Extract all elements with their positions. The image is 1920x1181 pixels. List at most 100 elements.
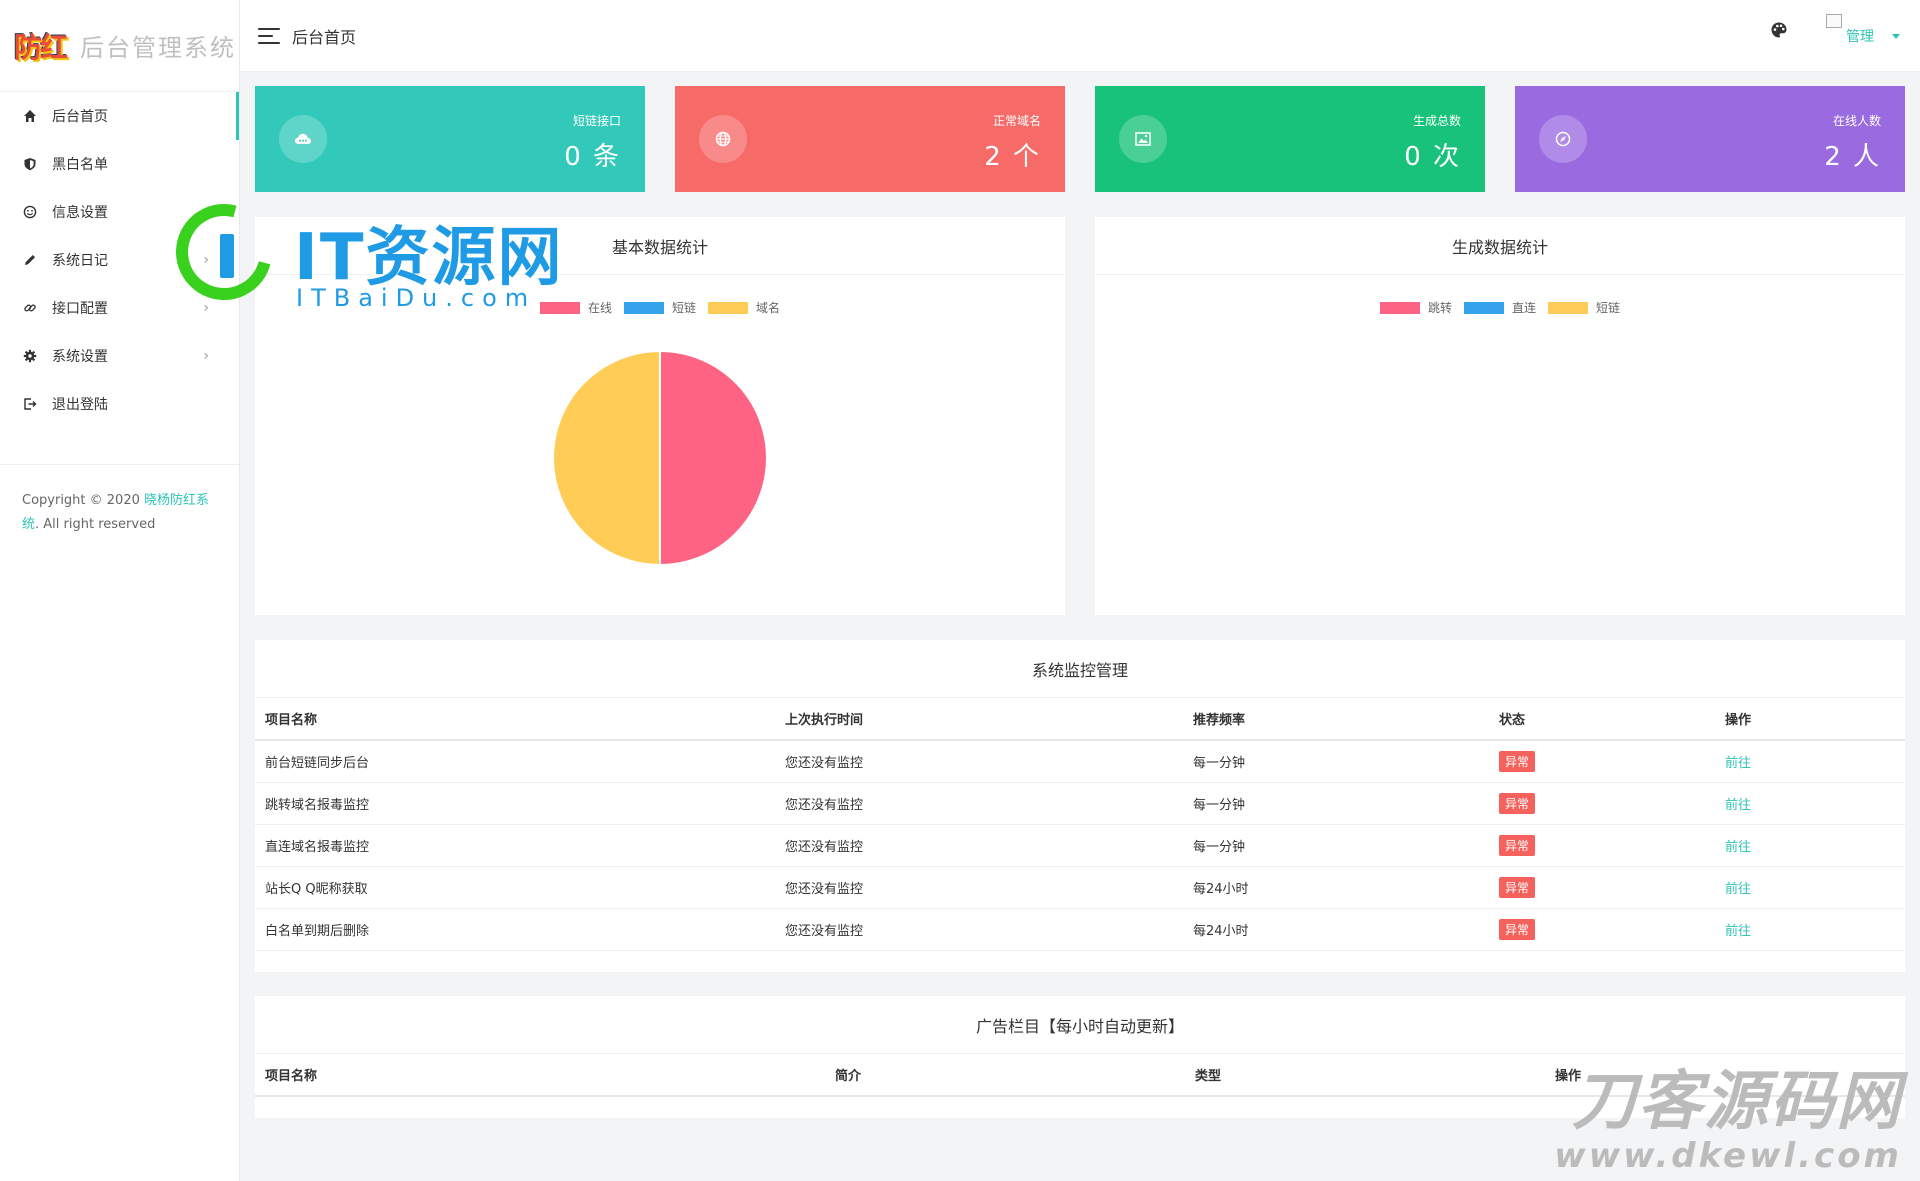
last-run: 您还没有监控	[775, 782, 1183, 825]
frequency: 每一分钟	[1183, 824, 1489, 867]
stat-value: 0 条	[564, 142, 621, 172]
status-badge: 异常	[1499, 792, 1536, 814]
chevron-right-icon: ›	[203, 348, 209, 364]
avatar	[1826, 14, 1842, 28]
sidebar-item-home[interactable]: 后台首页	[0, 92, 239, 140]
column-header: 项目名称	[255, 698, 775, 741]
frequency: 每一分钟	[1183, 740, 1489, 783]
watermark-subtext: www.dkewl.com	[1554, 1136, 1902, 1176]
sidebar-item-system-log[interactable]: 系统日记 ›	[0, 236, 239, 284]
sidebar-menu: 后台首页 黑白名单 信息设置 › 系统日记 › 接口配置 › 系统设置 › 退出…	[0, 92, 239, 428]
pie-chart	[1095, 217, 1905, 615]
table-row: 直连域名报毒监控 您还没有监控 每一分钟 异常 前往	[255, 824, 1905, 867]
sidebar-item-label: 系统设置	[52, 349, 108, 365]
sidebar-item-system-settings[interactable]: 系统设置 ›	[0, 332, 239, 380]
goto-link[interactable]: 前往	[1725, 798, 1751, 813]
table-row: 站长Q Q昵称获取 您还没有监控 每24小时 异常 前往	[255, 866, 1905, 909]
stat-label: 生成总数	[1412, 114, 1461, 128]
column-header: 推荐频率	[1183, 698, 1489, 741]
copyright-prefix: Copyright © 2020	[22, 493, 145, 508]
stat-value: 0 次	[1404, 142, 1461, 172]
column-header: 状态	[1489, 698, 1715, 741]
app-title: 后台管理系统	[80, 34, 237, 62]
stat-label: 短链接口	[572, 114, 621, 128]
topbar: 后台首页 管理	[240, 0, 1920, 72]
logo[interactable]: 防红 后台管理系统	[0, 0, 239, 92]
link-icon	[22, 300, 38, 316]
monitor-panel: 系统监控管理 项目名称 上次执行时间 推荐频率 状态 操作 前台短链同步后台 您…	[255, 640, 1905, 972]
copyright: Copyright © 2020 晓杨防红系统. All right reser…	[0, 464, 239, 537]
project-name: 白名单到期后删除	[255, 908, 775, 951]
project-name: 直连域名报毒监控	[255, 824, 775, 867]
stat-value: 2 个	[984, 142, 1041, 172]
column-header: 项目名称	[255, 1054, 825, 1097]
topbar-right: 管理	[1770, 14, 1900, 46]
column-header: 类型	[1185, 1054, 1545, 1097]
pie-slice-在线[interactable]	[659, 349, 768, 567]
goto-link[interactable]: 前往	[1725, 756, 1751, 771]
stat-card-generated: 生成总数 0 次	[1095, 86, 1485, 192]
breadcrumb: 后台首页	[292, 27, 357, 47]
column-header: 操作	[1715, 698, 1905, 741]
status-badge: 异常	[1499, 834, 1536, 856]
goto-link[interactable]: 前往	[1725, 840, 1751, 855]
stat-value: 2 人	[1824, 142, 1881, 172]
sidebar-item-label: 系统日记	[52, 253, 108, 269]
table-row: 白名单到期后删除 您还没有监控 每24小时 异常 前往	[255, 908, 1905, 951]
sidebar-item-label: 黑白名单	[52, 157, 108, 173]
shield-icon	[22, 156, 38, 172]
logout-icon	[22, 396, 38, 412]
chevron-right-icon: ›	[203, 252, 209, 268]
ads-table: 项目名称 简介 类型 操作	[255, 1054, 1905, 1097]
sidebar-item-api-config[interactable]: 接口配置 ›	[0, 284, 239, 332]
sidebar-item-info-settings[interactable]: 信息设置 ›	[0, 188, 239, 236]
status-badge: 异常	[1499, 876, 1536, 898]
stat-label: 在线人数	[1832, 114, 1881, 128]
last-run: 您还没有监控	[775, 824, 1183, 867]
pie-slice-域名[interactable]	[552, 349, 661, 567]
compass-icon	[1539, 115, 1587, 163]
stat-card-online: 在线人数 2 人	[1515, 86, 1905, 192]
project-name: 前台短链同步后台	[255, 740, 775, 783]
sidebar-item-label: 接口配置	[52, 301, 108, 317]
table-header-row: 项目名称 上次执行时间 推荐频率 状态 操作	[255, 698, 1905, 741]
stat-label: 正常域名	[992, 114, 1041, 128]
pie-chart	[552, 349, 768, 567]
column-header: 操作	[1545, 1054, 1905, 1097]
last-run: 您还没有监控	[775, 908, 1183, 951]
globe-icon	[699, 115, 747, 163]
table-row: 跳转域名报毒监控 您还没有监控 每一分钟 异常 前往	[255, 782, 1905, 825]
frequency: 每24小时	[1183, 866, 1489, 909]
sidebar-item-logout[interactable]: 退出登陆	[0, 380, 239, 428]
last-run: 您还没有监控	[775, 866, 1183, 909]
status-badge: 异常	[1499, 750, 1536, 772]
user-menu[interactable]: 管理	[1826, 14, 1900, 46]
sidebar-item-blacklist[interactable]: 黑白名单	[0, 140, 239, 188]
frequency: 每24小时	[1183, 908, 1489, 951]
sidebar-item-label: 信息设置	[52, 205, 108, 221]
stat-card-domains: 正常域名 2 个	[675, 86, 1065, 192]
sidebar-item-label: 退出登陆	[52, 397, 108, 413]
menu-toggle-icon[interactable]	[258, 27, 280, 44]
chevron-right-icon: ›	[203, 204, 209, 220]
copyright-suffix: . All right reserved	[35, 517, 156, 532]
user-name: 管理	[1846, 29, 1874, 45]
gear-icon	[22, 348, 38, 364]
goto-link[interactable]: 前往	[1725, 924, 1751, 939]
logo-mark: 防红	[14, 30, 68, 64]
home-icon	[22, 108, 38, 124]
chevron-right-icon: ›	[203, 300, 209, 316]
project-name: 站长Q Q昵称获取	[255, 866, 775, 909]
status-badge: 异常	[1499, 918, 1536, 940]
panel-title: 广告栏目【每小时自动更新】	[255, 996, 1905, 1054]
panel-title: 系统监控管理	[255, 640, 1905, 698]
generate-stats-panel: 生成数据统计 跳转 直连 短链	[1095, 217, 1905, 615]
image-icon	[1119, 115, 1167, 163]
column-header: 上次执行时间	[775, 698, 1183, 741]
palette-icon[interactable]	[1770, 21, 1788, 39]
goto-link[interactable]: 前往	[1725, 882, 1751, 897]
smile-icon	[22, 204, 38, 220]
frequency: 每一分钟	[1183, 782, 1489, 825]
stat-cards: 短链接口 0 条 正常域名 2 个 生成总数 0 次 在线人数 2 人	[255, 86, 1905, 192]
table-header-row: 项目名称 简介 类型 操作	[255, 1054, 1905, 1097]
